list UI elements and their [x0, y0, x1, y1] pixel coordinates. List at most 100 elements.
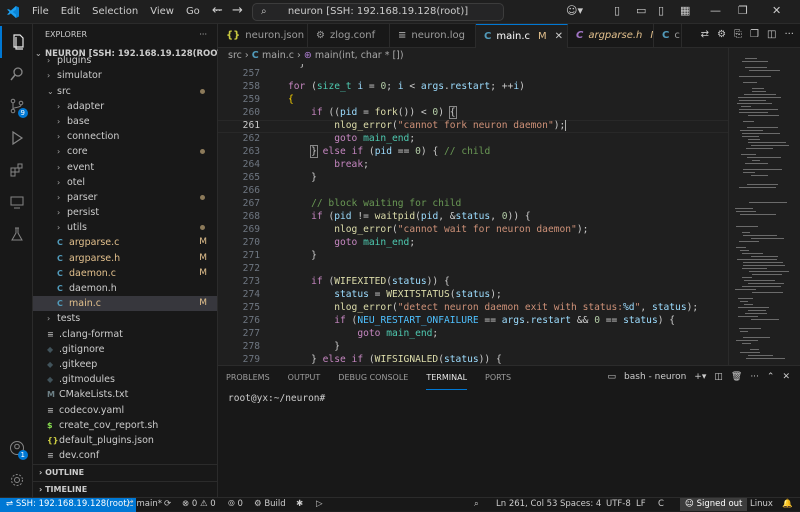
run-debug-icon[interactable] [0, 122, 33, 154]
account-icon[interactable]: 1 [0, 432, 33, 464]
tree-item[interactable]: M CMakeLists.txt [33, 387, 217, 402]
sync-icon[interactable]: ⟳ [164, 498, 171, 511]
tree-item[interactable]: ◆ .gitkeep [33, 357, 217, 372]
menu-edit[interactable]: Edit [55, 0, 86, 24]
minimap[interactable] [728, 48, 800, 365]
platform[interactable]: Linux [750, 498, 773, 511]
tree-item[interactable]: › parser [33, 190, 217, 205]
menu-view[interactable]: View [144, 0, 180, 24]
tree-item[interactable]: › otel [33, 175, 217, 190]
source-control-icon[interactable]: 9 [0, 90, 33, 122]
tab-argparse-h[interactable]: Cargparse.hM [568, 24, 654, 48]
split-terminal-icon[interactable]: ◫ [714, 372, 723, 382]
testing-icon[interactable] [0, 218, 33, 250]
remote-indicator[interactable]: ⇌ SSH: 192.168.19.128(root) [0, 498, 136, 512]
tree-item[interactable]: › core [33, 144, 217, 159]
toggle-secondary-sidebar-icon[interactable]: ▯ [658, 4, 664, 17]
more-actions-icon[interactable]: ··· [750, 372, 759, 382]
tree-item[interactable]: › tests [33, 311, 217, 326]
menu-go[interactable]: Go [180, 0, 206, 24]
tree-item[interactable]: {}default_plugins.json [33, 433, 217, 448]
minimize-icon[interactable]: — [710, 4, 721, 17]
tab-problems[interactable]: PROBLEMS [226, 366, 270, 390]
indentation[interactable]: Spaces: 4 [560, 498, 601, 511]
command-center[interactable]: ⌕ neuron [SSH: 192.168.19.128(root)] [252, 3, 504, 21]
search-icon[interactable] [0, 58, 33, 90]
end-of-line[interactable]: LF [636, 498, 646, 511]
breadcrumb-folder[interactable]: src [228, 50, 242, 61]
tree-item[interactable]: Cargparse.c M [33, 235, 217, 250]
build-button[interactable]: ⚙ Build [254, 498, 286, 511]
tab-overflow[interactable]: Cc [654, 24, 682, 48]
notifications-icon[interactable]: 🔔 [782, 498, 793, 511]
terminal-name[interactable]: bash - neuron [624, 372, 686, 382]
tree-item[interactable]: Cdaemon.c M [33, 266, 217, 281]
tab-zlog-conf[interactable]: ⚙ zlog.conf [308, 24, 390, 48]
tree-item[interactable]: ≡ .clang-format [33, 327, 217, 342]
breadcrumb-symbol[interactable]: main(int, char * []) [315, 50, 404, 61]
new-terminal-icon[interactable]: +▾ [694, 372, 706, 382]
timeline-section[interactable]: › TIMELINE [33, 481, 217, 496]
menu-file[interactable]: File [26, 0, 55, 24]
problems-indicator[interactable]: ⊗ 0 ⚠ 0 [182, 498, 216, 511]
more-actions-icon[interactable]: ··· [784, 29, 794, 40]
tree-item[interactable]: › adapter [33, 99, 217, 114]
toggle-panel-icon[interactable]: ▭ [636, 4, 646, 17]
compare-icon[interactable]: ⇄ [701, 29, 709, 40]
manage-gear-icon[interactable] [0, 464, 33, 496]
more-actions-icon[interactable]: ··· [199, 24, 207, 46]
close-icon[interactable]: ✕ [772, 4, 781, 17]
breadcrumb-file[interactable]: main.c [262, 50, 294, 61]
close-tab-icon[interactable]: ✕ [555, 31, 563, 42]
tree-item[interactable]: › event [33, 160, 217, 175]
tree-item[interactable]: ≡ codecov.yaml [33, 403, 217, 418]
tab-neuron-log[interactable]: ≡ neuron.log [390, 24, 476, 48]
tree-item[interactable]: › utils [33, 220, 217, 235]
tab-terminal[interactable]: TERMINAL [426, 366, 468, 390]
close-panel-icon[interactable]: ✕ [782, 372, 790, 382]
forward-arrow-icon[interactable]: → [232, 3, 243, 18]
encoding[interactable]: UTF-8 [606, 498, 631, 511]
tree-item[interactable]: ◆ .gitmodules [33, 372, 217, 387]
split-editor-icon[interactable]: ◫ [767, 29, 776, 40]
language-mode[interactable]: C [658, 498, 664, 511]
restore-icon[interactable]: ❐ [738, 4, 748, 17]
tree-item[interactable]: Cdaemon.h [33, 281, 217, 296]
tab-main-c[interactable]: Cmain.c M ✕ [476, 24, 568, 48]
tree-item[interactable]: Cargparse.h M [33, 251, 217, 266]
copy-icon[interactable]: ❐ [750, 29, 759, 40]
tree-item[interactable]: ≡ dev.conf [33, 448, 217, 463]
explorer-icon[interactable] [0, 26, 33, 58]
code-editor[interactable]: 257 258 259 260 261 262 263 264 265 266 267 268 269 2… [218, 64, 728, 365]
remote-explorer-icon[interactable] [0, 186, 33, 218]
trash-icon[interactable]: 🗑 [731, 372, 742, 382]
tab-debug-console[interactable]: DEBUG CONSOLE [338, 366, 408, 390]
customize-layout-icon[interactable]: ▦ [680, 4, 690, 17]
branch-indicator[interactable]: ⎇ main* [124, 498, 162, 511]
extensions-icon[interactable] [0, 154, 33, 186]
open-changes-icon[interactable]: ⎘ [734, 29, 742, 40]
tree-item[interactable]: ◆ .gitignore [33, 342, 217, 357]
gear-icon[interactable]: ⚙ [717, 29, 726, 40]
tree-item[interactable]: $ create_cov_report.sh [33, 418, 217, 433]
menu-selection[interactable]: Selection [86, 0, 144, 24]
tab-ports[interactable]: PORTS [485, 366, 511, 390]
outline-section[interactable]: › OUTLINE [33, 464, 217, 479]
back-arrow-icon[interactable]: ← [212, 3, 223, 18]
tree-item[interactable]: Cmain.c M [33, 296, 217, 312]
tree-item[interactable]: › persist [33, 205, 217, 220]
toggle-sidebar-icon[interactable]: ▯ [614, 4, 620, 17]
tree-item[interactable]: › connection [33, 129, 217, 144]
terminal-output[interactable]: root@yx:~/neuron# [228, 393, 325, 404]
account-status[interactable]: ☺ Signed out [680, 498, 748, 511]
maximize-panel-icon[interactable]: ⌃ [767, 372, 775, 382]
tree-item[interactable]: › base [33, 114, 217, 129]
tab-output[interactable]: OUTPUT [288, 366, 321, 390]
tab-neuron-json[interactable]: {} neuron.json [218, 24, 308, 48]
zoom-icon[interactable]: ⌕ [474, 498, 479, 511]
copilot-icon[interactable]: ☺▾ [566, 4, 583, 17]
run-icon[interactable]: ▷ [316, 498, 323, 511]
tree-item[interactable]: ⌄ src [33, 84, 217, 99]
cursor-position[interactable]: Ln 261, Col 53 [496, 498, 557, 511]
tree-item[interactable]: › plugins [33, 53, 217, 68]
